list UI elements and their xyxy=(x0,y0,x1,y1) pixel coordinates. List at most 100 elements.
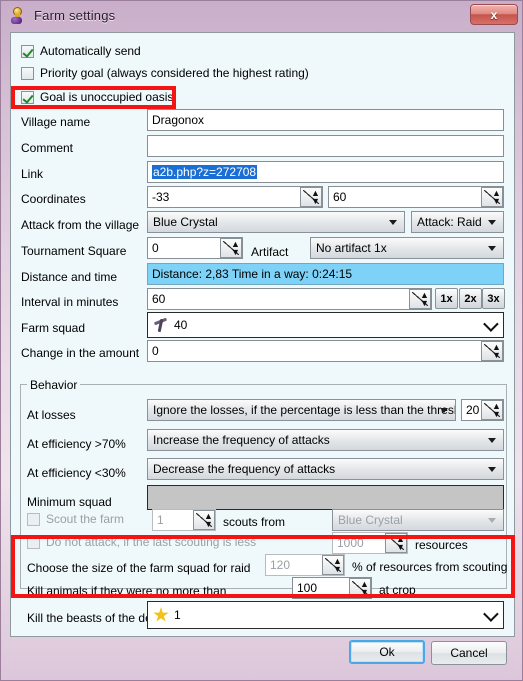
label-comment: Comment xyxy=(21,141,74,155)
label-tournament-square: Tournament Square xyxy=(21,244,127,258)
kill-beasts-value: 1 xyxy=(174,608,181,622)
button-interval-1x[interactable]: 1x xyxy=(435,288,458,309)
row-scout-the-farm: Scout the farm xyxy=(27,512,124,526)
label-coordinates: Coordinates xyxy=(21,192,86,206)
efficiency-low-value: Decrease the frequency of attacks xyxy=(153,462,336,476)
spinner-coordinate-x[interactable]: ▲ ▼ xyxy=(300,187,322,207)
scout-count-value: 1 xyxy=(157,513,164,527)
unit-icon xyxy=(153,318,169,333)
ok-button[interactable]: Ok xyxy=(349,640,425,664)
scout-village-value: Blue Crystal xyxy=(338,513,403,527)
dropdown-attack-from-village[interactable]: Blue Crystal xyxy=(147,211,405,233)
label-efficiency-low: At efficiency <30% xyxy=(27,466,126,480)
dropdown-artifact[interactable]: No artifact 1x xyxy=(310,237,504,259)
cancel-button[interactable]: Cancel xyxy=(431,641,507,665)
interval-value: 60 xyxy=(152,292,166,306)
dropdown-efficiency-low[interactable]: Decrease the frequency of attacks xyxy=(147,458,504,480)
min-resources-value: 1000 xyxy=(337,536,364,550)
link-value: a2b.php?z=272708 xyxy=(152,165,258,179)
attack-type-value: Attack: Raid xyxy=(417,215,482,229)
row-do-not-attack: Do not attack, if the last scouting is l… xyxy=(27,535,256,549)
label-at-losses: At losses xyxy=(27,408,76,422)
label-scout-the-farm: Scout the farm xyxy=(46,512,125,526)
artifact-value: No artifact 1x xyxy=(316,241,387,255)
label-priority-goal: Priority goal (always considered the hig… xyxy=(40,66,309,80)
input-kill-animals-threshold[interactable]: 100 ▲ ▼ xyxy=(292,577,372,599)
checkbox-goal-unoccupied-oasis[interactable] xyxy=(21,90,34,104)
checkbox-priority-goal[interactable] xyxy=(21,66,34,80)
label-change-in-amount: Change in the amount xyxy=(21,346,140,360)
label-scouts-from: scouts from xyxy=(223,515,286,529)
input-village-name[interactable]: Dragonox xyxy=(147,109,504,131)
kill-animals-value: 100 xyxy=(297,581,318,595)
chevron-down-icon xyxy=(488,438,496,443)
field-distance-and-time: Distance: 2,83 Time in a way: 0:24:15 xyxy=(147,263,504,285)
label-goal-unoccupied-oasis: Goal is unoccupied oasis xyxy=(40,90,174,104)
at-losses-value: Ignore the losses, if the percentage is … xyxy=(153,403,456,417)
input-tournament-square[interactable]: 0 ▲ ▼ xyxy=(147,237,243,259)
spinner-min-resources[interactable]: ▲ ▼ xyxy=(385,533,407,553)
input-raid-squad-size[interactable]: 120 ▲ ▼ xyxy=(265,554,345,576)
button-interval-2x[interactable]: 2x xyxy=(459,288,482,309)
dropdown-efficiency-high[interactable]: Increase the frequency of attacks xyxy=(147,429,504,451)
checkbox-do-not-attack[interactable] xyxy=(27,535,40,549)
efficiency-high-value: Increase the frequency of attacks xyxy=(153,433,330,447)
behavior-group-title: Behavior xyxy=(27,378,81,392)
dropdown-at-losses[interactable]: Ignore the losses, if the percentage is … xyxy=(147,399,456,421)
input-interval-minutes[interactable]: 60 ▲ ▼ xyxy=(147,288,432,310)
label-kill-animals: Kill animals if they were no more than xyxy=(27,584,227,598)
input-min-resources[interactable]: 1000 ▲ ▼ xyxy=(332,532,408,554)
checkbox-automatically-send[interactable] xyxy=(21,44,34,58)
chevron-down-icon xyxy=(389,220,397,225)
spinner-tournament-square[interactable]: ▲ ▼ xyxy=(220,238,242,258)
input-loss-threshold[interactable]: 20 ▲ ▼ xyxy=(461,399,504,421)
spinner-interval[interactable]: ▲ ▼ xyxy=(409,289,431,309)
dropdown-farm-squad[interactable]: 40 xyxy=(147,312,504,338)
label-farm-squad: Farm squad xyxy=(21,321,86,335)
chevron-down-icon xyxy=(488,518,496,523)
key-icon xyxy=(9,6,27,24)
label-village-name: Village name xyxy=(21,115,91,129)
input-scout-count[interactable]: 1 ▲ ▼ xyxy=(152,509,216,531)
star-icon xyxy=(153,607,169,622)
dropdown-scout-village[interactable]: Blue Crystal xyxy=(332,509,504,531)
chevron-down-icon xyxy=(483,316,499,332)
farm-settings-window: Farm settings x Automatically send Prior… xyxy=(0,0,523,681)
input-change-in-amount[interactable]: 0 ▲ ▼ xyxy=(147,340,504,362)
title-bar: Farm settings x xyxy=(1,1,523,29)
label-efficiency-high: At efficiency >70% xyxy=(27,437,126,451)
raid-squad-size-value: 120 xyxy=(270,558,291,572)
attack-from-village-value: Blue Crystal xyxy=(153,215,218,229)
coordinate-x-value: -33 xyxy=(152,190,170,204)
spinner-raid-squad-size[interactable]: ▲ ▼ xyxy=(322,555,344,575)
chevron-down-icon xyxy=(440,408,448,413)
label-link: Link xyxy=(21,167,44,181)
change-amount-value: 0 xyxy=(152,344,159,358)
loss-threshold-value: 20 xyxy=(466,403,480,417)
input-link[interactable]: a2b.php?z=272708 xyxy=(147,161,504,183)
label-automatically-send: Automatically send xyxy=(40,44,141,58)
input-coordinate-x[interactable]: -33 ▲ ▼ xyxy=(147,186,323,208)
settings-panel: Automatically send Priority goal (always… xyxy=(10,32,515,637)
input-coordinate-y[interactable]: 60 ▲ ▼ xyxy=(328,186,504,208)
field-minimum-squad[interactable] xyxy=(147,485,504,510)
input-comment[interactable] xyxy=(147,135,504,157)
chevron-down-icon xyxy=(488,467,496,472)
label-attack-from-village: Attack from the village xyxy=(21,218,140,232)
label-distance-and-time: Distance and time xyxy=(21,270,118,284)
row-priority-goal: Priority goal (always considered the hig… xyxy=(21,66,309,80)
spinner-kill-animals[interactable]: ▲ ▼ xyxy=(349,578,371,598)
spinner-change-amount[interactable]: ▲ ▼ xyxy=(481,341,503,361)
row-auto-send: Automatically send xyxy=(21,44,141,58)
label-resources: resources xyxy=(415,538,468,552)
checkbox-scout-the-farm[interactable] xyxy=(27,512,40,526)
spinner-loss-threshold[interactable]: ▲ ▼ xyxy=(481,400,503,420)
spinner-scout-count[interactable]: ▲ ▼ xyxy=(193,510,215,530)
label-minimum-squad: Minimum squad xyxy=(27,495,112,509)
dropdown-attack-type[interactable]: Attack: Raid xyxy=(411,211,504,233)
spinner-coordinate-y[interactable]: ▲ ▼ xyxy=(481,187,503,207)
dropdown-kill-beasts[interactable]: 1 xyxy=(147,601,504,629)
close-button[interactable]: x xyxy=(470,4,518,25)
button-interval-3x[interactable]: 3x xyxy=(482,288,505,309)
tournament-square-value: 0 xyxy=(152,241,159,255)
